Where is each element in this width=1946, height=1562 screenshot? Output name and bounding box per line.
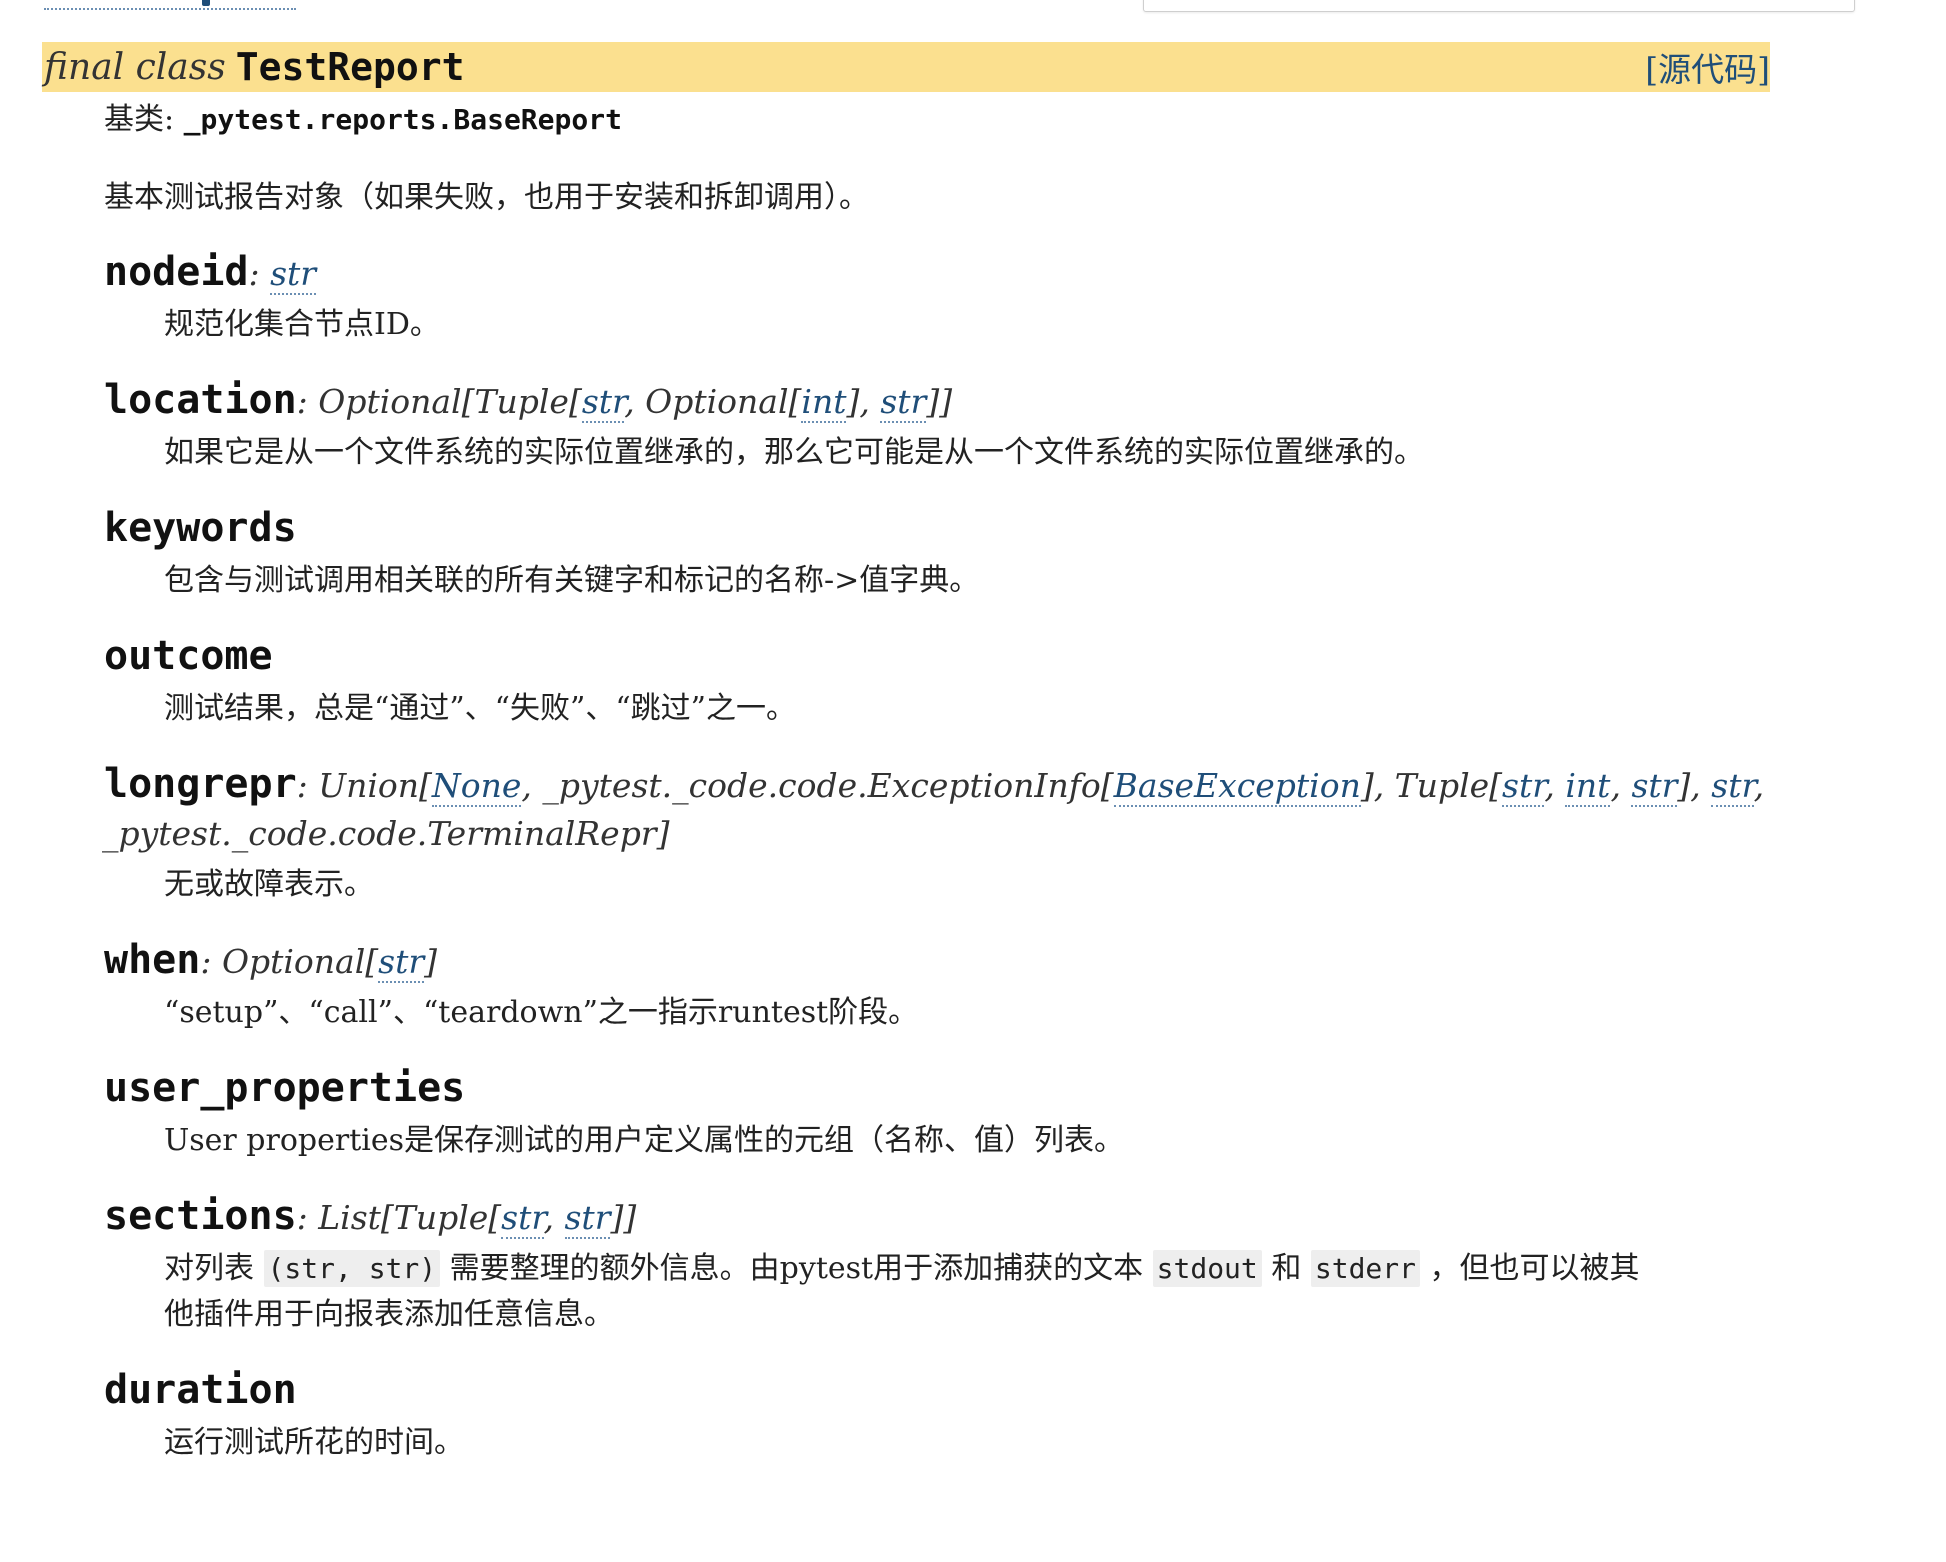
doc-text: 他插件用于向报表添加任意信息。 [164, 1297, 614, 1332]
type-text: , [1753, 766, 1765, 805]
annotation-separator: : [248, 254, 271, 293]
type-text: ] [424, 942, 438, 981]
attribute-signature: when: Optional[str] [104, 936, 1784, 986]
type-annotation: : str [249, 254, 317, 295]
type-text: ], [846, 382, 881, 421]
class-name: TestReport [235, 45, 465, 89]
type-link-str[interactable]: str [880, 382, 927, 423]
attribute-doc: 规范化集合节点ID。 [164, 307, 440, 342]
type-link-str[interactable]: str [564, 1198, 611, 1239]
type-text: , [543, 1198, 565, 1237]
inline-code: stderr [1310, 1250, 1421, 1287]
attribute-signature: location: Optional[Tuple[str, Optional[i… [104, 376, 1784, 426]
attribute-doc: 包含与测试调用相关联的所有关键字和标记的名称->值字典。 [164, 563, 980, 598]
annotation-separator: : [296, 382, 319, 421]
attribute-name: sections [104, 1193, 297, 1239]
attribute-duration: duration 运行测试所花的时间。 [104, 1366, 1784, 1466]
type-text: Optional[ [221, 942, 379, 981]
attribute-nodeid: nodeid: str 规范化集合节点ID。 [104, 248, 1784, 348]
attribute-doc: 无或故障表示。 [164, 867, 374, 902]
type-text: Union[ [318, 766, 432, 805]
attribute-doc: 如果它是从一个文件系统的实际位置继承的，那么它可能是从一个文件系统的实际位置继承… [164, 435, 1424, 470]
attribute-signature: user_properties [104, 1064, 1784, 1114]
type-annotation: : Optional[str] [200, 942, 437, 983]
class-property: final class [44, 46, 226, 88]
bases-label: 基类: [104, 102, 175, 137]
type-annotation: : List[Tuple[str, str]] [296, 1198, 637, 1239]
type-annotation: : Optional[Tuple[str, Optional[int], str… [297, 382, 952, 423]
type-link-int[interactable]: int [801, 382, 847, 423]
attribute-doc: 对列表 (str, str) 需要整理的额外信息。由pytest用于添加捕获的文… [164, 1246, 1784, 1338]
attribute-outcome: outcome 测试结果，总是“通过”、“失败”、“跳过”之一。 [104, 632, 1784, 732]
type-link-str[interactable]: str [1631, 766, 1678, 807]
type-link-str[interactable]: str [270, 254, 317, 295]
type-text: ], [1677, 766, 1712, 805]
type-link-str[interactable]: str [581, 382, 625, 423]
doc-text: 对列表 [164, 1251, 264, 1286]
attribute-doc: 测试结果，总是“通过”、“失败”、“跳过”之一。 [164, 691, 797, 726]
annotation-separator: : [200, 942, 222, 981]
class-description: 基本测试报告对象（如果失败，也用于安装和拆卸调用）。 [104, 180, 869, 215]
attribute-signature: keywords [104, 504, 1784, 554]
attribute-name: keywords [104, 505, 297, 551]
attribute-signature: nodeid: str [104, 248, 1784, 298]
doc-text: 和 [1261, 1251, 1311, 1286]
attribute-keywords: keywords 包含与测试调用相关联的所有关键字和标记的名称->值字典。 [104, 504, 1784, 604]
search-input[interactable] [1143, 0, 1855, 12]
attribute-name: duration [104, 1367, 297, 1413]
attribute-name: user_properties [104, 1065, 466, 1111]
type-text: ], Tuple[ [1360, 766, 1503, 805]
type-annotation: : Union[None, _pytest._code.code.Excepti… [297, 766, 1764, 807]
inline-code: (str, str) [263, 1250, 441, 1287]
previous-section-link[interactable] [44, 0, 296, 10]
type-link-none[interactable]: None [431, 766, 522, 807]
inline-code: stdout [1152, 1250, 1262, 1287]
attribute-name: nodeid [104, 249, 249, 295]
type-link-str[interactable]: str [501, 1198, 544, 1239]
type-annotation-continued: _pytest._code.code.TerminalRepr] [102, 814, 670, 853]
attribute-sections: sections: List[Tuple[str, str]] 对列表 (str… [104, 1192, 1784, 1338]
class-body: 基类: _pytest.reports.BaseReport 基本测试报告对象（… [102, 96, 1784, 1466]
link-fragment [202, 0, 210, 6]
attribute-signature: duration [104, 1366, 1784, 1416]
attribute-doc: 运行测试所花的时间。 [164, 1425, 464, 1460]
type-text: , _pytest._code.code.ExceptionInfo[ [521, 766, 1114, 805]
type-link-int[interactable]: int [1565, 766, 1611, 807]
attribute-doc: “setup”、“call”、“teardown”之一指示runtest阶段。 [164, 995, 919, 1030]
attribute-location: location: Optional[Tuple[str, Optional[i… [104, 376, 1784, 476]
attribute-user-properties: user_properties User properties是保存测试的用户定… [104, 1064, 1784, 1164]
doc-text: ，但也可以被其 [1420, 1251, 1640, 1286]
type-text: ]] [610, 1198, 637, 1237]
type-text: ]] [926, 382, 953, 421]
type-link-str[interactable]: str [1502, 766, 1545, 807]
annotation-separator: : [296, 766, 319, 805]
attribute-name: when [104, 937, 201, 983]
type-text: Optional[Tuple[ [318, 382, 582, 421]
attribute-signature: outcome [104, 632, 1784, 682]
type-text: , Optional[ [624, 382, 802, 421]
attribute-longrepr: longrepr: Union[None, _pytest._code.code… [102, 760, 1784, 908]
type-link-baseexception[interactable]: BaseException [1113, 766, 1361, 807]
attribute-signature: longrepr: Union[None, _pytest._code.code… [104, 760, 1784, 810]
type-link-str[interactable]: str [1711, 766, 1754, 807]
class-signature: final class TestReport [源代码] [42, 42, 1770, 92]
type-text: List[Tuple[ [318, 1198, 502, 1237]
attribute-name: outcome [104, 633, 273, 679]
base-class: _pytest.reports.BaseReport [183, 103, 622, 136]
type-text: , [1610, 766, 1632, 805]
bases-line: 基类: _pytest.reports.BaseReport [104, 96, 1784, 144]
attribute-signature: sections: List[Tuple[str, str]] [104, 1192, 1784, 1242]
annotation-separator: : [296, 1198, 319, 1237]
doc-text: 需要整理的额外信息。由pytest用于添加捕获的文本 [440, 1251, 1153, 1286]
attribute-name: longrepr [104, 761, 297, 807]
type-text: , [1544, 766, 1566, 805]
attribute-doc: User properties是保存测试的用户定义属性的元组（名称、值）列表。 [164, 1123, 1125, 1158]
attribute-name: location [104, 377, 297, 423]
type-link-str[interactable]: str [378, 942, 425, 983]
source-code-link[interactable]: [源代码] [1645, 43, 1770, 91]
attribute-when: when: Optional[str] “setup”、“call”、“tear… [104, 936, 1784, 1036]
